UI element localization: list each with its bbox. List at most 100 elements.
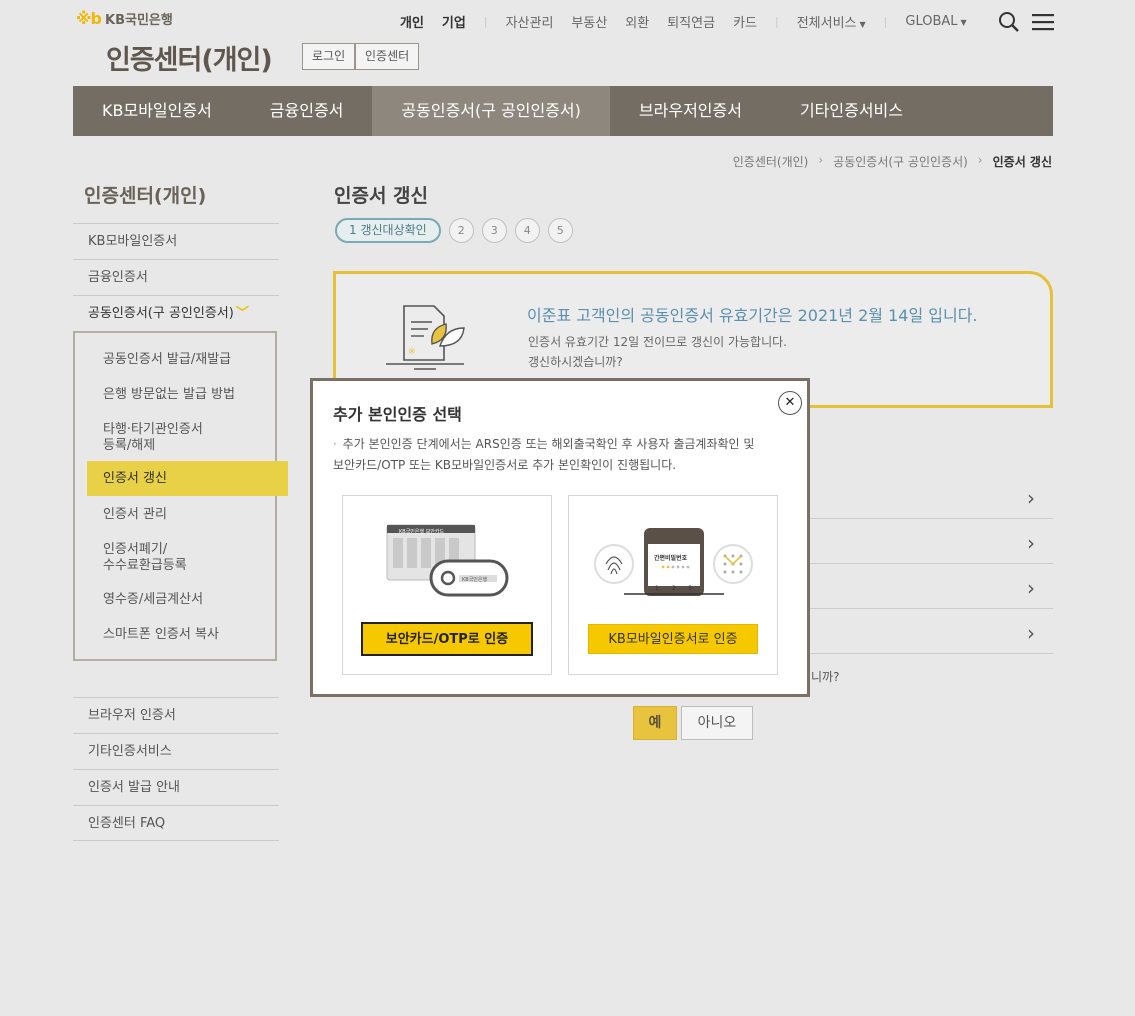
gnb-browser-cert[interactable]: 브라우저인증서 [610, 86, 771, 136]
topnav-global[interactable]: GLOBAL ▼ [905, 14, 966, 29]
gnb-joint-cert[interactable]: 공동인증서(구 공인인증서) [372, 86, 610, 136]
bullet: · [333, 437, 337, 451]
topnav-pension[interactable]: 퇴직연금 [667, 12, 715, 31]
all-services-label: 전체서비스 [796, 16, 857, 31]
step-indicator: 1 갱신대상확인 2 3 4 5 [335, 218, 573, 243]
lnb-item-kb-mobile[interactable]: KB모바일인증서 [73, 223, 279, 259]
sub-item-revoke[interactable]: 인증서폐기/ 수수료환급등록 [103, 542, 187, 574]
additional-auth-modal: 추가 본인인증 선택 ✕ · 추가 본인인증 단계에서는 ARS인증 또는 해외… [310, 378, 810, 697]
otp-token-text: KB국민은행 [462, 577, 488, 583]
no-button[interactable]: 아니오 [681, 706, 753, 740]
otp-card-text: KB국민은행 보안카드 [399, 529, 445, 535]
step-3: 3 [481, 218, 507, 243]
option-row[interactable]: › [792, 609, 1053, 654]
confirm-question-tail: 니까? [811, 670, 840, 684]
security-card-otp-icon [386, 524, 509, 597]
sub-item-other-bank-line1: 타행·타기관인증서 [103, 422, 203, 437]
bank-name: KB국민은행 [105, 13, 173, 28]
option-rows: › › › › [792, 474, 1053, 654]
cert-center-button[interactable]: 인증센터 [355, 43, 420, 70]
lnb-item-faq[interactable]: 인증센터 FAQ [73, 805, 279, 841]
kb-mobile-auth-button[interactable]: KB모바일인증서로 인증 [588, 624, 758, 654]
breadcrumb-separator: › [977, 153, 983, 167]
topnav-personal[interactable]: 개인 [400, 12, 424, 31]
option-row[interactable]: › [792, 474, 1053, 519]
topnav-card[interactable]: 카드 [733, 12, 757, 31]
sub-item-renew[interactable]: 인증서 갱신 [87, 461, 288, 496]
phone-screen-text: 간편비밀번호 [654, 555, 688, 562]
chevron-right-icon: › [1027, 621, 1035, 645]
chevron-right-icon: › [1027, 486, 1035, 510]
sub-item-smartphone-copy[interactable]: 스마트폰 인증서 복사 [103, 627, 219, 643]
kb-mobile-auth-card: 간편비밀번호 1 2 3 KB모바일인증서로 인증 [568, 495, 778, 675]
phone-key-2: 2 [672, 585, 676, 592]
caret-down-icon: ▼ [859, 20, 866, 29]
lnb-item-browser[interactable]: 브라우저 인증서 [73, 697, 279, 733]
topnav-all-services[interactable]: 전체서비스 ▼ [797, 12, 866, 31]
modal-description-line1: · 추가 본인인증 단계에서는 ARS인증 또는 해외출국확인 후 사용자 출금… [333, 434, 793, 455]
svg-text:※: ※ [408, 347, 416, 357]
cert-expiry-detail-line1: 인증서 유효기간 12일 전이므로 갱신이 가능합니다. [528, 335, 787, 349]
global-label: GLOBAL [905, 14, 958, 29]
lnb-item-other[interactable]: 기타인증서비스 [73, 733, 279, 769]
phone-key-3: 3 [688, 585, 692, 592]
topnav-realestate[interactable]: 부동산 [571, 12, 607, 31]
breadcrumb-current: 인증서 갱신 [992, 155, 1052, 169]
gnb-other-cert[interactable]: 기타인증서비스 [771, 86, 932, 136]
otp-auth-button[interactable]: 보안카드/OTP로 인증 [361, 622, 533, 656]
kb-logo[interactable]: ※b KB국민은행 [76, 9, 173, 28]
breadcrumb-home[interactable]: 인증센터(개인) [733, 153, 809, 170]
close-icon[interactable]: ✕ [778, 391, 802, 415]
breadcrumb: 인증센터(개인) › 공동인증서(구 공인인증서) › 인증서 갱신 [733, 153, 1052, 170]
topnav-divider: | [483, 15, 488, 28]
sub-item-other-bank[interactable]: 타행·타기관인증서 등록/해제 [103, 422, 203, 454]
lnb-open-label: 공동인증서(구 공인인증서) [88, 306, 234, 321]
desc-text-1: 추가 본인인증 단계에서는 ARS인증 또는 해외출국확인 후 사용자 출금계좌… [342, 437, 755, 451]
kb-star-logo-icon: ※b [76, 9, 102, 28]
step-4: 4 [514, 218, 540, 243]
content-title: 인증서 갱신 [334, 185, 429, 207]
topnav-divider: | [774, 15, 779, 28]
desc-text-2: 보안카드/OTP 또는 KB모바일인증서로 추가 본인확인이 진행됩니다. [333, 458, 677, 472]
caret-down-icon: ▼ [960, 18, 967, 27]
top-utility-nav: 개인 기업 | 자산관리 부동산 외환 퇴직연금 카드 | 전체서비스 ▼ | G… [400, 12, 985, 31]
sub-item-other-bank-line2: 등록/해제 [103, 438, 156, 453]
option-row[interactable]: › [792, 519, 1053, 564]
cert-expiry-detail-line2: 갱신하시겠습니까? [528, 355, 623, 369]
page-title: 인증센터(개인) [106, 45, 273, 76]
step-2: 2 [448, 218, 474, 243]
breadcrumb-separator: › [818, 153, 824, 167]
sub-item-revoke-line2: 수수료환급등록 [103, 558, 187, 573]
main-nav: KB모바일인증서 금융인증서 공동인증서(구 공인인증서) 브라우저인증서 기타… [73, 86, 1053, 136]
sub-item-revoke-line1: 인증서폐기/ [103, 542, 168, 557]
gnb-financial-cert[interactable]: 금융인증서 [241, 86, 373, 136]
search-icon[interactable] [997, 10, 1021, 34]
topnav-corporate[interactable]: 기업 [442, 12, 466, 31]
chevron-right-icon: › [1027, 531, 1035, 555]
lnb-item-joint-cert[interactable]: 공동인증서(구 공인인증서) ﹀ [73, 295, 279, 331]
topnav-divider: | [883, 15, 888, 28]
modal-title: 추가 본인인증 선택 [333, 405, 462, 424]
sub-item-no-visit[interactable]: 은행 방문없는 발급 방법 [103, 387, 235, 403]
chevron-down-icon: ﹀ [235, 306, 249, 321]
topnav-forex[interactable]: 외환 [625, 12, 649, 31]
sub-item-issue[interactable]: 공동인증서 발급/재발급 [103, 352, 231, 368]
modal-description: · 추가 본인인증 단계에서는 ARS인증 또는 해외출국확인 후 사용자 출금… [333, 434, 793, 476]
topnav-asset[interactable]: 자산관리 [506, 12, 554, 31]
lnb-submenu: 공동인증서 발급/재발급 은행 방문없는 발급 방법 타행·타기관인증서 등록/… [73, 331, 288, 661]
otp-auth-card: KB국민은행 보안카드 KB국민은행 보안카드/OTP로 인증 [342, 495, 552, 675]
step-1: 1 갱신대상확인 [335, 218, 441, 243]
sub-item-manage[interactable]: 인증서 관리 [103, 507, 167, 523]
lnb-item-financial[interactable]: 금융인증서 [73, 259, 279, 295]
yes-button[interactable]: 예 [633, 706, 677, 740]
gnb-kb-mobile-cert[interactable]: KB모바일인증서 [73, 86, 241, 136]
lnb-item-issue-guide[interactable]: 인증서 발급 안내 [73, 769, 279, 805]
option-row[interactable]: › [792, 564, 1053, 609]
hamburger-menu-icon[interactable] [1031, 10, 1055, 34]
breadcrumb-parent[interactable]: 공동인증서(구 공인인증서) [833, 153, 968, 170]
sub-item-receipt[interactable]: 영수증/세금계산서 [103, 592, 203, 608]
certificate-plant-icon: ※ [386, 305, 465, 370]
chevron-right-icon: › [1027, 576, 1035, 600]
login-button[interactable]: 로그인 [302, 43, 356, 70]
phone-key-1: 1 [655, 585, 659, 592]
